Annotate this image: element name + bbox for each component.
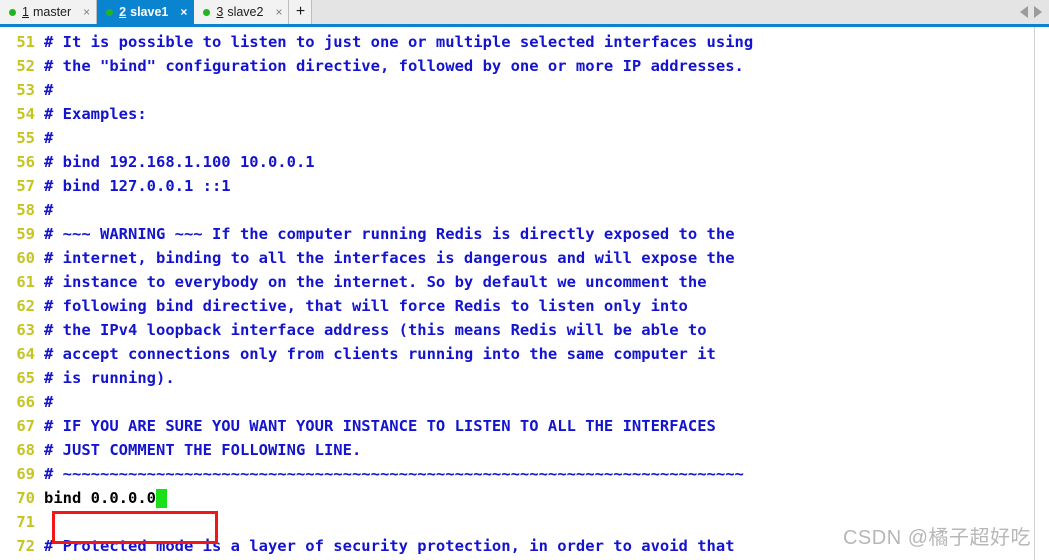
tab-label: master: [32, 5, 72, 19]
line-number: 71: [16, 513, 35, 531]
code-line[interactable]: 60 # internet, binding to all the interfa…: [0, 246, 753, 270]
line-number: 53: [16, 81, 35, 99]
line-number: 62: [16, 297, 35, 315]
code-line[interactable]: 69 # ~~~~~~~~~~~~~~~~~~~~~~~~~~~~~~~~~~~~…: [0, 462, 753, 486]
line-text: bind 0.0.0.0: [44, 486, 156, 510]
code-line[interactable]: 59 # ~~~ WARNING ~~~ If the computer runn…: [0, 222, 753, 246]
line-number: 68: [16, 441, 35, 459]
line-number: 67: [16, 417, 35, 435]
code-line[interactable]: 57 # bind 127.0.0.1 ::1: [0, 174, 753, 198]
tab-status-dot-icon: [203, 8, 211, 16]
line-number: 52: [16, 57, 35, 75]
chevron-right-icon[interactable]: [1034, 6, 1042, 18]
tab-nav-arrows: [1020, 0, 1049, 24]
code-line[interactable]: 72 # Protected mode is a layer of securit…: [0, 534, 753, 558]
line-text: # ~~~~~~~~~~~~~~~~~~~~~~~~~~~~~~~~~~~~~~…: [44, 465, 744, 483]
text-editor-pane[interactable]: 51 # It is possible to listen to just one…: [0, 27, 1049, 560]
tab-slave1[interactable]: 2 slave1 ×: [97, 0, 195, 24]
line-number: 60: [16, 249, 35, 267]
code-line[interactable]: 68 # JUST COMMENT THE FOLLOWING LINE.: [0, 438, 753, 462]
code-line[interactable]: 52 # the "bind" configuration directive, …: [0, 54, 753, 78]
line-text: # Protected mode is a layer of security …: [44, 537, 735, 555]
close-icon[interactable]: ×: [275, 6, 282, 18]
line-text: # bind 127.0.0.1 ::1: [44, 177, 231, 195]
tab-slave2[interactable]: 3 slave2 ×: [194, 0, 290, 24]
tab-number: 2: [119, 5, 127, 19]
line-text: #: [44, 393, 54, 411]
line-text: # following bind directive, that will fo…: [44, 297, 688, 315]
line-number: 65: [16, 369, 35, 387]
line-number: 72: [16, 537, 35, 555]
watermark-text: CSDN @橘子超好吃: [842, 527, 1031, 549]
line-text: # JUST COMMENT THE FOLLOWING LINE.: [44, 441, 362, 459]
code-line[interactable]: 61 # instance to everybody on the interne…: [0, 270, 753, 294]
code-line[interactable]: 54 # Examples:: [0, 102, 753, 126]
line-text: # the "bind" configuration directive, fo…: [44, 57, 744, 75]
tab-number: 1: [22, 5, 29, 19]
line-text: # ~~~ WARNING ~~~ If the computer runnin…: [44, 225, 735, 243]
line-number: 64: [16, 345, 35, 363]
code-line[interactable]: 62 # following bind directive, that will …: [0, 294, 753, 318]
code-line[interactable]: 63 # the IPv4 loopback interface address …: [0, 318, 753, 342]
code-line[interactable]: 55 #: [0, 126, 753, 150]
line-number: 70: [16, 489, 35, 507]
line-number: 63: [16, 321, 35, 339]
tab-label: slave2: [227, 5, 264, 19]
line-text: #: [44, 201, 54, 219]
vertical-scrollbar[interactable]: [1034, 27, 1049, 560]
tab-master[interactable]: 1 master ×: [0, 0, 98, 24]
line-text: #: [44, 129, 54, 147]
code-line[interactable]: 67 # IF YOU ARE SURE YOU WANT YOUR INSTAN…: [0, 414, 753, 438]
code-lines[interactable]: 51 # It is possible to listen to just one…: [0, 30, 753, 558]
close-icon[interactable]: ×: [83, 6, 90, 18]
code-line[interactable]: 71: [0, 510, 753, 534]
line-text: # bind 192.168.1.100 10.0.0.1: [44, 153, 315, 171]
line-number: 51: [16, 33, 35, 51]
tab-status-dot-icon: [106, 8, 114, 16]
line-text: # Examples:: [44, 105, 147, 123]
line-text: # It is possible to listen to just one o…: [44, 33, 754, 51]
code-line[interactable]: 64 # accept connections only from clients…: [0, 342, 753, 366]
new-tab-button[interactable]: +: [289, 0, 313, 24]
line-text: # IF YOU ARE SURE YOU WANT YOUR INSTANCE…: [44, 417, 716, 435]
code-line[interactable]: 58 #: [0, 198, 753, 222]
line-text: # internet, binding to all the interface…: [44, 249, 735, 267]
code-line[interactable]: 56 # bind 192.168.1.100 10.0.0.1: [0, 150, 753, 174]
code-line[interactable]: 65 # is running).: [0, 366, 753, 390]
tab-label: slave1: [130, 5, 169, 19]
close-icon[interactable]: ×: [180, 6, 187, 18]
line-text: # is running).: [44, 369, 175, 387]
chevron-left-icon[interactable]: [1020, 6, 1028, 18]
line-text: # the IPv4 loopback interface address (t…: [44, 321, 707, 339]
line-text: # instance to everybody on the internet.…: [44, 273, 707, 291]
tab-bar: 1 master × 2 slave1 × 3 slave2 × +: [0, 0, 1049, 27]
line-text: # accept connections only from clients r…: [44, 345, 716, 363]
line-number: 66: [16, 393, 35, 411]
line-number: 58: [16, 201, 35, 219]
line-number: 56: [16, 153, 35, 171]
code-line[interactable]: 66 #: [0, 390, 753, 414]
code-line[interactable]: 51 # It is possible to listen to just one…: [0, 30, 753, 54]
tab-bar-filler: [312, 0, 1020, 24]
text-cursor: [155, 488, 167, 508]
line-number: 69: [16, 465, 35, 483]
line-number: 54: [16, 105, 35, 123]
line-number: 55: [16, 129, 35, 147]
line-text: #: [44, 81, 54, 99]
tab-status-dot-icon: [9, 8, 16, 16]
tab-number: 3: [216, 5, 224, 19]
code-line[interactable]: 70 bind 0.0.0.0: [0, 486, 753, 510]
tab-list: 1 master × 2 slave1 × 3 slave2 ×: [0, 0, 290, 24]
line-number: 59: [16, 225, 35, 243]
code-line[interactable]: 53 #: [0, 78, 753, 102]
line-number: 57: [16, 177, 35, 195]
line-number: 61: [16, 273, 35, 291]
